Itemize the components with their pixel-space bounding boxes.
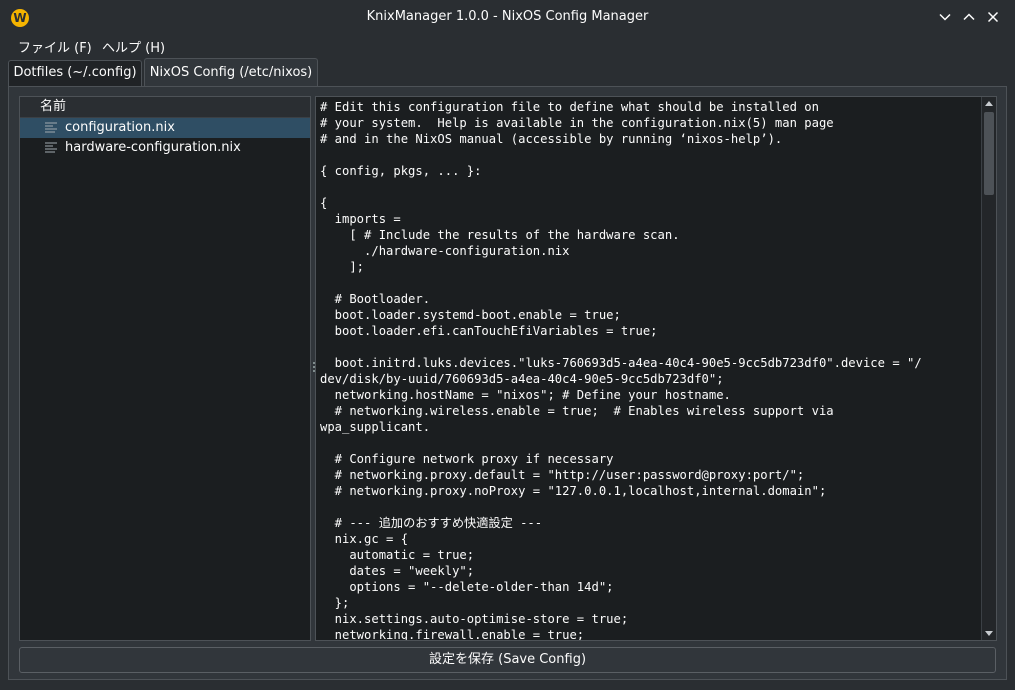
code-line: nix.gc = { xyxy=(320,532,409,546)
scrollbar-thumb[interactable] xyxy=(984,112,994,195)
chevron-up-icon xyxy=(963,13,975,21)
code-line: # Configure network proxy if necessary xyxy=(320,452,614,466)
file-tree: 名前 configuration.nix hardware-configurat… xyxy=(19,96,311,641)
tab-content-panel: 名前 configuration.nix hardware-configurat… xyxy=(8,86,1007,680)
menu-help[interactable]: ヘルプ (H) xyxy=(102,37,165,56)
code-line: # networking.proxy.noProxy = "127.0.0.1,… xyxy=(320,484,827,498)
code-line: networking.firewall.enable = true; xyxy=(320,628,585,641)
code-line: # networking.proxy.default = "http://use… xyxy=(320,468,805,482)
code-line: ./hardware-configuration.nix xyxy=(320,244,570,258)
code-line: networking.hostName = "nixos"; # Define … xyxy=(320,388,731,402)
close-button[interactable] xyxy=(984,8,1002,26)
scroll-up-arrow-icon[interactable] xyxy=(984,99,994,109)
close-icon xyxy=(987,11,999,23)
tree-item-label: configuration.nix xyxy=(65,120,175,135)
code-line: # Edit this configuration file to define… xyxy=(320,100,819,114)
code-editor[interactable]: # Edit this configuration file to define… xyxy=(315,96,997,641)
chevron-down-icon xyxy=(939,13,951,21)
tree-item-configuration-nix[interactable]: configuration.nix xyxy=(20,118,310,138)
code-line: nix.settings.auto-optimise-store = true; xyxy=(320,612,629,626)
code-line: dates = "weekly"; xyxy=(320,564,475,578)
tree-item-hardware-configuration-nix[interactable]: hardware-configuration.nix xyxy=(20,138,310,158)
code-line: # Bootloader. xyxy=(320,292,431,306)
menu-bar: ファイル (F) ヘルプ (H) xyxy=(0,36,1015,58)
save-config-button[interactable]: 設定を保存 (Save Config) xyxy=(19,647,996,673)
tree-item-label: hardware-configuration.nix xyxy=(65,140,241,155)
code-line: ]; xyxy=(320,260,365,274)
code-line: # and in the NixOS manual (accessible by… xyxy=(320,132,783,146)
code-line: boot.initrd.luks.devices."luks-760693d5-… xyxy=(320,356,922,370)
minimize-button[interactable] xyxy=(936,8,954,26)
code-line: boot.loader.systemd-boot.enable = true; xyxy=(320,308,621,322)
text-file-icon xyxy=(45,122,57,133)
code-line: # --- 追加のおすすめ快適設定 --- xyxy=(320,516,543,530)
menu-file[interactable]: ファイル (F) xyxy=(18,37,92,56)
tree-column-header[interactable]: 名前 xyxy=(20,97,310,118)
code-text[interactable]: # Edit this configuration file to define… xyxy=(320,99,976,641)
code-line: automatic = true; xyxy=(320,548,475,562)
code-line: [ # Include the results of the hardware … xyxy=(320,228,680,242)
code-line: { xyxy=(320,196,328,210)
code-line: boot.loader.efi.canTouchEfiVariables = t… xyxy=(320,324,658,338)
tab-dotfiles[interactable]: Dotfiles (~/.config) xyxy=(8,60,142,86)
title-bar: W KnixManager 1.0.0 - NixOS Config Manag… xyxy=(0,0,1015,36)
code-line: { config, pkgs, ... }: xyxy=(320,164,482,178)
vertical-scrollbar[interactable] xyxy=(981,97,996,640)
code-line: dev/disk/by-uuid/760693d5-a4ea-40c4-90e5… xyxy=(320,372,724,386)
code-line: # networking.wireless.enable = true; # E… xyxy=(320,404,834,418)
text-file-icon xyxy=(45,142,57,153)
tab-nixos-config[interactable]: NixOS Config (/etc/nixos) xyxy=(144,58,318,86)
code-line: imports = xyxy=(320,212,401,226)
code-line: options = "--delete-older-than 14d"; xyxy=(320,580,614,594)
scroll-down-arrow-icon[interactable] xyxy=(984,628,994,638)
maximize-button[interactable] xyxy=(960,8,978,26)
code-line: }; xyxy=(320,596,350,610)
code-line: # your system. Help is available in the … xyxy=(320,116,834,130)
code-line: wpa_supplicant. xyxy=(320,420,431,434)
window-title: KnixManager 1.0.0 - NixOS Config Manager xyxy=(366,9,649,24)
